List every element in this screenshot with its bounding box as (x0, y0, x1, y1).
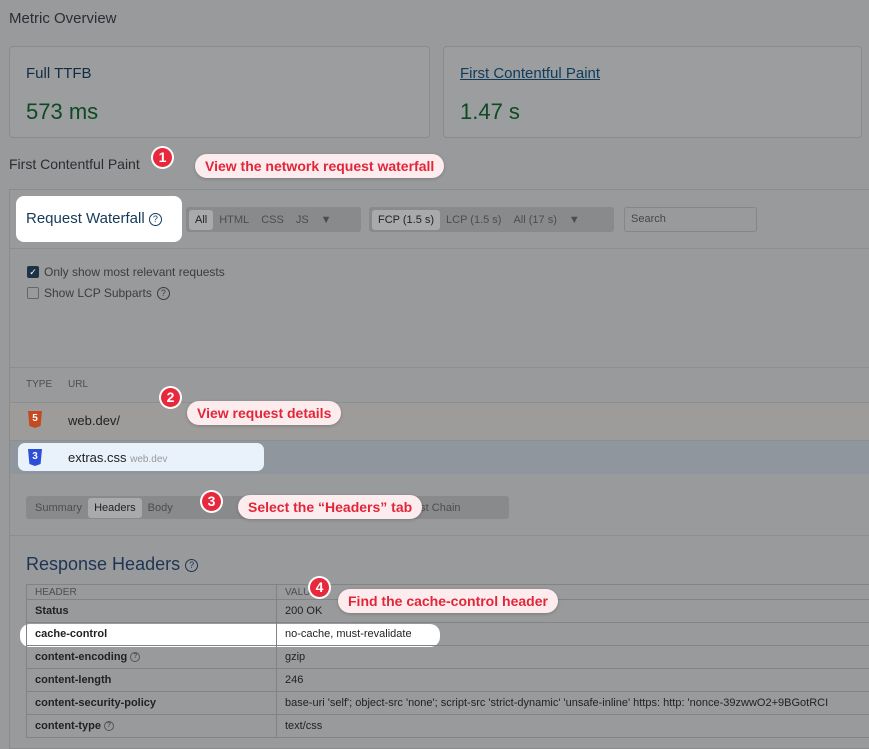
request-file: extras.css (68, 450, 127, 465)
metric-value: 573 ms (26, 99, 98, 125)
step-badge-2: 2 (161, 388, 180, 407)
tab-summary[interactable]: Summary (29, 498, 88, 518)
checkbox-checked-icon[interactable]: ✓ (27, 266, 39, 278)
callout-1: View the network request waterfall (195, 154, 444, 178)
metric-value: 1.47 s (460, 99, 520, 125)
section-title: First Contentful Paint (9, 156, 140, 172)
header-value: 246 (277, 669, 869, 692)
filter-css[interactable]: CSS (255, 210, 290, 230)
waterfall-title-text: Request Waterfall (26, 210, 145, 227)
step-badge-3: 3 (202, 492, 221, 511)
divider (10, 367, 869, 368)
header-value: text/css (277, 715, 869, 738)
header-name: cache-control (27, 623, 277, 646)
option-lcp-subparts[interactable]: Show LCP Subparts? (27, 286, 170, 300)
metric-label: Full TTFB (26, 65, 92, 82)
filter-html[interactable]: HTML (213, 210, 255, 230)
option-relevant[interactable]: ✓ Only show most relevant requests (27, 265, 225, 279)
search-input[interactable]: Search (624, 207, 757, 232)
dropdown-icon[interactable]: ▼ (563, 210, 586, 230)
help-icon[interactable]: ? (185, 559, 198, 572)
header-name-text: content-encoding (35, 651, 127, 663)
response-headers-title: Response Headers ? (26, 554, 198, 575)
callout-4: Find the cache-control header (338, 589, 558, 613)
filter-all[interactable]: All (189, 210, 213, 230)
callout-3: Select the “Headers” tab (238, 495, 422, 519)
metric-card-ttfb: Full TTFB 573 ms (9, 46, 430, 138)
help-icon[interactable]: ? (149, 213, 162, 226)
time-filter: FCP (1.5 s) LCP (1.5 s) All (17 s) ▼ (369, 207, 614, 232)
header-name: content-length (27, 669, 277, 692)
table-row: cache-controlno-cache, must-revalidate (27, 623, 869, 646)
header-name: content-security-policy (27, 692, 277, 715)
request-url[interactable]: web.dev/ (68, 413, 120, 428)
table-row: content-type ?text/css (27, 715, 869, 738)
header-name: content-type ? (27, 715, 277, 738)
option-label: Only show most relevant requests (44, 265, 225, 279)
filter-fcp[interactable]: FCP (1.5 s) (372, 210, 440, 230)
html5-icon: 5 (28, 411, 42, 428)
metric-card-fcp[interactable]: First Contentful Paint 1.47 s (443, 46, 862, 138)
request-host: web.dev (130, 454, 167, 465)
step-badge-4: 4 (310, 578, 329, 597)
header-value: no-cache, must-revalidate (277, 623, 869, 646)
callout-2: View request details (187, 401, 341, 425)
header-name-text: content-type (35, 720, 101, 732)
tab-headers[interactable]: Headers (88, 498, 142, 518)
type-filter: All HTML CSS JS ▼ (186, 207, 361, 232)
filter-all-time[interactable]: All (17 s) (507, 210, 562, 230)
checkbox-icon[interactable] (27, 287, 39, 299)
tab-body[interactable]: Body (142, 498, 179, 518)
header-name: content-encoding ? (27, 646, 277, 669)
table-row: content-length246 (27, 669, 869, 692)
help-icon[interactable]: ? (104, 721, 114, 731)
request-url[interactable]: extras.css web.dev (68, 450, 167, 465)
response-headers-title-text: Response Headers (26, 554, 180, 574)
help-icon[interactable]: ? (130, 652, 140, 662)
header-value: base-uri 'self'; object-src 'none'; scri… (277, 692, 869, 715)
divider (10, 248, 869, 249)
filter-js[interactable]: JS (290, 210, 315, 230)
metric-link[interactable]: First Contentful Paint (460, 65, 600, 82)
step-badge-1: 1 (153, 148, 172, 167)
help-icon[interactable]: ? (157, 287, 170, 300)
column-type: TYPE (26, 379, 52, 390)
header-name: Status (27, 600, 277, 623)
table-row: content-encoding ?gzip (27, 646, 869, 669)
dropdown-icon[interactable]: ▼ (315, 210, 338, 230)
table-row: content-security-policybase-uri 'self'; … (27, 692, 869, 715)
filter-lcp[interactable]: LCP (1.5 s) (440, 210, 507, 230)
header-value: gzip (277, 646, 869, 669)
column-url: URL (68, 379, 88, 390)
css3-icon: 3 (28, 449, 42, 466)
option-label: Show LCP Subparts (44, 286, 152, 300)
page-title: Metric Overview (9, 10, 117, 27)
divider (10, 535, 869, 536)
waterfall-title: Request Waterfall ? (16, 196, 182, 242)
column-header: HEADER (27, 585, 277, 600)
request-row[interactable] (10, 402, 869, 440)
